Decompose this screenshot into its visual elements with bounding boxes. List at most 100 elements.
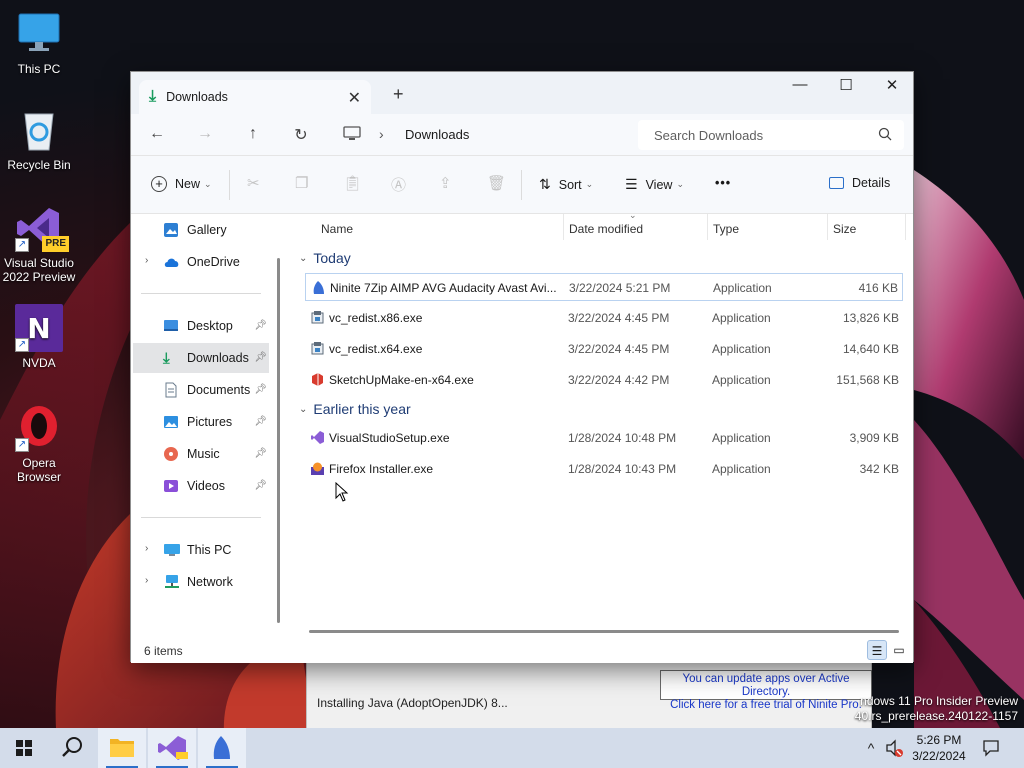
breadcrumb-computer[interactable]	[343, 126, 361, 145]
taskbar-file-explorer[interactable]	[98, 728, 146, 768]
share-icon[interactable]: ⇪	[439, 174, 452, 192]
group-label: Earlier this year	[313, 401, 411, 417]
firefox-icon	[310, 461, 325, 476]
cut-icon[interactable]: ✂	[247, 174, 260, 192]
shortcut-arrow-icon: ↗	[15, 338, 29, 352]
delete-icon[interactable]: 🗑︎	[487, 174, 506, 192]
chevron-down-icon: ⌄	[676, 179, 684, 189]
file-date: 1/28/2024 10:43 PM	[568, 462, 677, 476]
pin-icon: 📌︎	[254, 384, 267, 395]
search-input[interactable]	[654, 127, 864, 143]
file-date: 3/22/2024 4:45 PM	[568, 311, 670, 325]
clock-date: 3/22/2024	[912, 749, 966, 763]
desktop-icon-this-pc[interactable]: This PC	[0, 10, 78, 76]
file-row[interactable]: VisualStudioSetup.exe 1/28/2024 10:48 PM…	[305, 424, 903, 452]
sidebar-item-label: Downloads	[187, 351, 249, 365]
sidebar-item-documents[interactable]: Documents 📌︎	[133, 375, 269, 405]
cloud-icon	[163, 254, 181, 270]
sidebar-scrollbar[interactable]	[277, 258, 280, 623]
desktop-folder-icon	[163, 318, 181, 334]
file-date: 3/22/2024 4:45 PM	[568, 342, 670, 356]
taskbar-ninite[interactable]	[198, 728, 246, 768]
sort-button[interactable]: ⇅ Sort ⌄	[539, 176, 593, 193]
sidebar-item-music[interactable]: Music 📌︎	[133, 439, 269, 469]
file-row[interactable]: SketchUpMake-en-x64.exe 3/22/2024 4:42 P…	[305, 366, 903, 394]
desktop-icon-nvda[interactable]: N ↗ NVDA	[0, 304, 78, 370]
chevron-right-icon[interactable]: ›	[145, 543, 148, 554]
column-header-size[interactable]: Size	[833, 222, 856, 236]
breadcrumb-downloads[interactable]: Downloads	[405, 127, 469, 142]
file-date: 1/28/2024 10:48 PM	[568, 431, 677, 445]
sidebar-item-pictures[interactable]: Pictures 📌︎	[133, 407, 269, 437]
refresh-button[interactable]: ↻	[289, 125, 313, 145]
breadcrumb-chevron-icon[interactable]: ›	[379, 126, 384, 142]
forward-button[interactable]: →	[193, 125, 217, 143]
file-explorer-window: ⤓ Downloads ✕ + — ☐ ✕ ← → ↑ ↻ › Download…	[130, 71, 914, 663]
notification-center-button[interactable]	[978, 728, 1004, 768]
maximize-button[interactable]: ☐	[823, 76, 869, 94]
column-header-date[interactable]: Date modified	[569, 222, 643, 236]
forward-arrow-icon: →	[197, 125, 213, 142]
new-button[interactable]: + New ⌄	[151, 176, 212, 192]
recycle-bin-icon	[15, 106, 63, 154]
file-name: Firefox Installer.exe	[329, 462, 434, 476]
ad-line-2: Click here for a free trial of Ninite Pr…	[670, 699, 862, 711]
file-size: 416 KB	[858, 281, 898, 295]
rename-icon[interactable]: Ⓐ	[391, 174, 406, 195]
title-bar: ⤓ Downloads ✕ + — ☐ ✕	[131, 72, 913, 114]
file-row[interactable]: Ninite 7Zip AIMP AVG Audacity Avast Avi.…	[305, 273, 903, 301]
new-tab-button[interactable]: +	[393, 84, 404, 105]
sidebar-item-videos[interactable]: Videos 📌︎	[133, 471, 269, 501]
show-hidden-icons-button[interactable]: ^	[860, 728, 882, 768]
volume-icon[interactable]	[882, 728, 906, 768]
start-button[interactable]	[0, 728, 48, 768]
minimize-button[interactable]: —	[777, 76, 823, 93]
chevron-right-icon[interactable]: ›	[145, 255, 148, 266]
download-arrow-icon: ⤓	[149, 88, 157, 105]
file-row[interactable]: vc_redist.x86.exe 3/22/2024 4:45 PM Appl…	[305, 304, 903, 332]
ninite-pro-ad-link[interactable]: You can update apps over Active Director…	[660, 670, 872, 711]
windows-logo-icon	[16, 740, 32, 756]
desktop-icon-visual-studio[interactable]: PRE ↗ Visual Studio 2022 Preview	[0, 204, 78, 284]
os-build-watermark: ndows 11 Pro Insider Preview 40.rs_prere…	[855, 694, 1018, 724]
sidebar-item-this-pc[interactable]: › This PC	[133, 535, 269, 565]
copy-icon[interactable]: ❐	[295, 174, 308, 192]
tab-downloads[interactable]: ⤓ Downloads ✕	[139, 80, 371, 114]
column-header-type[interactable]: Type	[713, 222, 739, 236]
close-window-button[interactable]: ✕	[869, 76, 915, 94]
sidebar-item-network[interactable]: › Network	[133, 567, 269, 597]
desktop-icon-opera[interactable]: ↗ Opera Browser	[0, 404, 78, 484]
pin-icon: 📌︎	[254, 320, 267, 331]
search-box[interactable]	[638, 120, 904, 150]
view-button[interactable]: ☰ View ⌄	[625, 176, 684, 193]
sidebar-item-gallery[interactable]: Gallery	[133, 215, 269, 245]
taskbar-clock[interactable]: 5:26 PM 3/22/2024	[906, 732, 972, 764]
back-button[interactable]: ←	[145, 125, 169, 143]
svg-text:N: N	[27, 312, 50, 345]
more-options-button[interactable]: •••	[715, 176, 731, 190]
tiles-view-button[interactable]: ▭	[889, 640, 909, 660]
group-header-today[interactable]: ⌄ Today	[299, 250, 351, 266]
details-pane-button[interactable]: Details	[829, 176, 890, 190]
file-row[interactable]: Firefox Installer.exe 1/28/2024 10:43 PM…	[305, 455, 903, 483]
sidebar-item-downloads[interactable]: ⤓ Downloads 📌︎	[133, 343, 269, 373]
up-button[interactable]: ↑	[241, 125, 265, 143]
file-row[interactable]: vc_redist.x64.exe 3/22/2024 4:45 PM Appl…	[305, 335, 903, 363]
group-header-earlier-this-year[interactable]: ⌄ Earlier this year	[299, 401, 411, 417]
visual-studio-icon	[158, 736, 188, 760]
sidebar-item-onedrive[interactable]: › OneDrive	[133, 247, 269, 277]
desktop-icon-recycle-bin[interactable]: Recycle Bin	[0, 106, 78, 172]
preview-badge: PRE	[42, 236, 69, 252]
details-view-button[interactable]: ☰	[867, 640, 887, 660]
sidebar-item-desktop[interactable]: Desktop 📌︎	[133, 311, 269, 341]
chevron-right-icon[interactable]: ›	[145, 575, 148, 586]
desktop-icon-label: Visual Studio 2022 Preview	[2, 256, 76, 284]
chevron-down-icon: ⌄	[299, 403, 308, 415]
toolbar-divider	[521, 170, 522, 200]
horizontal-scrollbar[interactable]	[309, 630, 899, 633]
taskbar-visual-studio[interactable]	[148, 728, 196, 768]
taskbar-search-button[interactable]	[48, 728, 96, 768]
close-tab-button[interactable]: ✕	[348, 88, 361, 108]
column-header-name[interactable]: Name	[321, 222, 353, 236]
paste-icon[interactable]: 📋︎	[343, 174, 362, 192]
